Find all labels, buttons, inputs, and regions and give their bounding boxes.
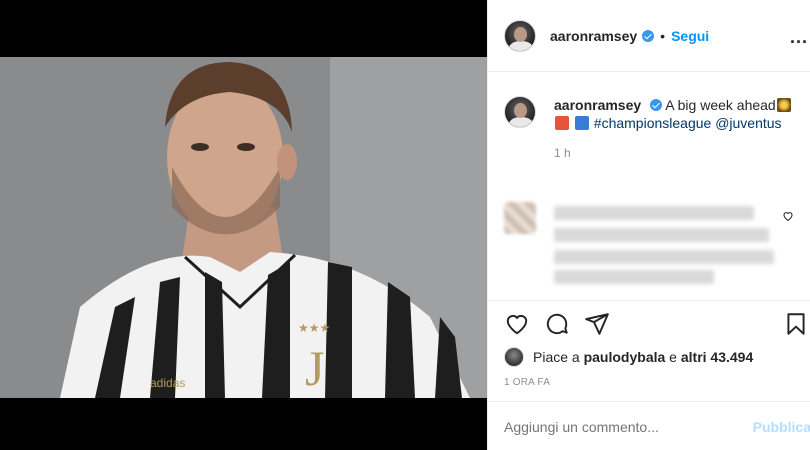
verified-badge-icon bbox=[650, 99, 663, 111]
likes-others[interactable]: altri 43.494 bbox=[681, 349, 753, 365]
liker-avatar[interactable] bbox=[504, 347, 524, 367]
player-photo-illustration: J ★★★ adidas bbox=[0, 57, 487, 398]
post-photo: J ★★★ adidas bbox=[0, 57, 487, 398]
likes-middle: e bbox=[669, 349, 677, 365]
bookmark-icon[interactable] bbox=[783, 311, 809, 337]
comment-avatar bbox=[504, 202, 536, 234]
blurred-text-line bbox=[554, 228, 769, 242]
heart-icon[interactable] bbox=[504, 311, 530, 337]
follow-button[interactable]: Segui bbox=[671, 28, 709, 44]
svg-text:J: J bbox=[305, 340, 324, 396]
cl-emoji-icon bbox=[555, 116, 569, 130]
post-caption: aaronramsey A big week ahead #championsl… bbox=[504, 96, 804, 160]
blurred-comment bbox=[504, 200, 804, 295]
blurred-text-line bbox=[554, 206, 754, 220]
caption-username[interactable]: aaronramsey bbox=[554, 97, 641, 113]
svg-text:★★★: ★★★ bbox=[298, 321, 330, 335]
verified-badge-icon bbox=[642, 29, 655, 42]
post-media[interactable]: J ★★★ adidas bbox=[0, 0, 487, 450]
comment-heart-icon[interactable] bbox=[782, 210, 794, 222]
author-avatar[interactable] bbox=[504, 19, 536, 52]
star-emoji-icon bbox=[776, 98, 791, 112]
mention-link[interactable]: @juventus bbox=[715, 115, 781, 131]
svg-text:adidas: adidas bbox=[150, 376, 185, 390]
post-sidebar: aaronramsey • Segui ... aaronramsey A bi… bbox=[487, 0, 810, 450]
comment-input[interactable] bbox=[504, 418, 734, 435]
likes-prefix: Piace a bbox=[533, 349, 580, 365]
share-icon[interactable] bbox=[584, 311, 610, 337]
comment-form: Pubblica bbox=[488, 401, 810, 450]
publish-button[interactable]: Pubblica bbox=[753, 419, 810, 435]
caption-timestamp: 1 h bbox=[554, 146, 571, 160]
blurred-text-line bbox=[554, 270, 714, 284]
post-header: aaronramsey • Segui ... bbox=[488, 0, 810, 72]
more-options-icon[interactable]: ... bbox=[790, 27, 808, 48]
comment-icon[interactable] bbox=[544, 311, 570, 337]
likes-summary: Piace a paulodybala e altri 43.494 bbox=[504, 347, 753, 367]
flag-emoji-icon bbox=[574, 116, 589, 130]
caption-avatar[interactable] bbox=[504, 96, 536, 128]
caption-text: aaronramsey A big week ahead #championsl… bbox=[554, 96, 804, 132]
post-date[interactable]: 1 ORA FA bbox=[504, 377, 550, 388]
author-username[interactable]: aaronramsey bbox=[550, 28, 637, 44]
hashtag-link[interactable]: #championsleague bbox=[594, 115, 712, 131]
liker-username[interactable]: paulodybala bbox=[584, 349, 666, 365]
separator-dot: • bbox=[660, 27, 666, 44]
caption-body: A big week ahead bbox=[665, 97, 776, 113]
post-actions: Piace a paulodybala e altri 43.494 1 ORA… bbox=[488, 300, 810, 450]
action-icons bbox=[504, 311, 610, 337]
blurred-text-line bbox=[554, 250, 774, 264]
